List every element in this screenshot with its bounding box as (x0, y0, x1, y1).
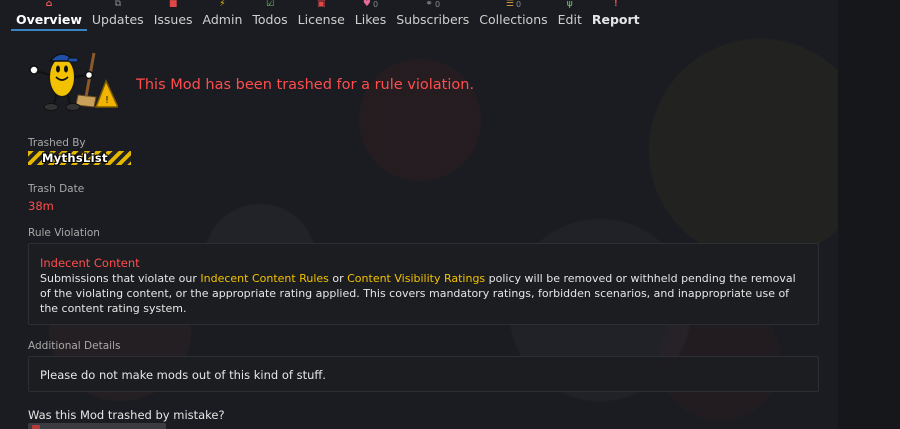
appeal-button[interactable] (28, 423, 166, 429)
tab-issues[interactable]: ■ Issues (149, 0, 198, 32)
tab-label: Updates (91, 12, 144, 27)
subscribers-icon-glyph: ⚭ (425, 0, 433, 9)
rule-text-2: or (328, 272, 348, 285)
collections-icon: ☰ 0 (506, 0, 521, 9)
tab-label: License (297, 12, 345, 27)
report-icon-glyph: ! (613, 0, 618, 9)
trashed-by-username: MythsList (42, 151, 108, 165)
appeal-icon (32, 425, 40, 429)
rule-violation-title: Indecent Content (40, 256, 140, 270)
additional-details-text: Please do not make mods out of this kind… (40, 368, 326, 382)
tab-label: Admin (202, 12, 243, 27)
tab-admin[interactable]: ⚡ Admin (198, 0, 248, 32)
likes-icon: ♥ 0 (363, 0, 378, 9)
rule-violation-panel: Indecent Content Submissions that violat… (28, 243, 819, 325)
home-icon: ⌂ (46, 0, 52, 9)
tab-subscribers[interactable]: ⚭ 0 Subscribers (391, 0, 474, 32)
edit-icon: ψ (567, 0, 573, 9)
trash-date-value: 38m (28, 199, 54, 213)
tab-license[interactable]: ▣ License (293, 0, 350, 32)
tab-overview[interactable]: ⌂ Overview (11, 0, 87, 32)
admin-icon: ⚡ (219, 0, 225, 9)
right-edge-shade (838, 0, 900, 429)
tab-report[interactable]: ! Report (587, 0, 645, 32)
admin-icon-glyph: ⚡ (219, 0, 226, 9)
edit-icon-glyph: ψ (566, 0, 573, 9)
trashed-by-mistake-question: Was this Mod trashed by mistake? (28, 408, 225, 422)
mod-trashed-page: ⌂ Overview ⧉ Updates ■ Issues ⚡ Admin ☑ Todos ▣ Lic… (0, 0, 838, 429)
tab-todos[interactable]: ☑ Todos (247, 0, 292, 32)
license-icon: ▣ (317, 0, 326, 9)
tab-label: Likes (354, 12, 387, 27)
updates-icon: ⧉ (115, 0, 121, 9)
home-icon-glyph: ⌂ (45, 0, 53, 9)
tab-likes[interactable]: ♥ 0 Likes (350, 0, 391, 32)
svg-text:!: ! (105, 95, 109, 106)
rule-violation-label: Rule Violation (28, 227, 100, 239)
tab-label: Todos (252, 12, 288, 27)
updates-icon-glyph: ⧉ (114, 0, 121, 9)
rule-violation-description: Submissions that violate our Indecent Co… (40, 271, 807, 316)
trashed-by-label: Trashed By (28, 137, 86, 149)
tab-label: Subscribers (396, 12, 470, 27)
report-icon: ! (614, 0, 618, 9)
todos-icon: ☑ (266, 0, 274, 9)
tab-label: Report (591, 12, 640, 27)
tab-count: 0 (372, 0, 379, 9)
collections-icon-glyph: ☰ (505, 0, 514, 9)
tab-label: Issues (153, 12, 193, 27)
tab-label: Collections (479, 12, 548, 27)
subscribers-icon: ⚭ 0 (425, 0, 440, 9)
tab-updates[interactable]: ⧉ Updates (87, 0, 149, 32)
indecent-content-rules-link[interactable]: Indecent Content Rules (200, 272, 328, 285)
tab-count: 0 (515, 0, 522, 9)
likes-icon-glyph: ♥ (362, 0, 371, 9)
tab-collections[interactable]: ☰ 0 Collections (474, 0, 552, 32)
issues-icon: ■ (169, 0, 178, 9)
mod-tabs: ⌂ Overview ⧉ Updates ■ Issues ⚡ Admin ☑ Todos ▣ Lic… (11, 0, 645, 32)
tab-edit[interactable]: ψ Edit (553, 0, 587, 32)
tab-label: Overview (16, 12, 82, 27)
trashed-message: This Mod has been trashed for a rule vio… (136, 77, 475, 93)
tab-label: Edit (557, 12, 582, 27)
license-icon-glyph: ▣ (316, 0, 326, 9)
trashed-by-user-link[interactable]: MythsList (28, 151, 131, 165)
todos-icon-glyph: ☑ (265, 0, 275, 9)
additional-details-panel: Please do not make mods out of this kind… (28, 356, 819, 392)
tab-count: 0 (434, 0, 441, 9)
trash-date-label: Trash Date (28, 183, 85, 195)
issues-icon-glyph: ■ (168, 0, 178, 9)
content-visibility-ratings-link[interactable]: Content Visibility Ratings (347, 272, 485, 285)
additional-details-label: Additional Details (28, 340, 121, 352)
rule-text-1: Submissions that violate our (40, 272, 201, 285)
janitor-mascot-icon: ! (29, 52, 118, 111)
